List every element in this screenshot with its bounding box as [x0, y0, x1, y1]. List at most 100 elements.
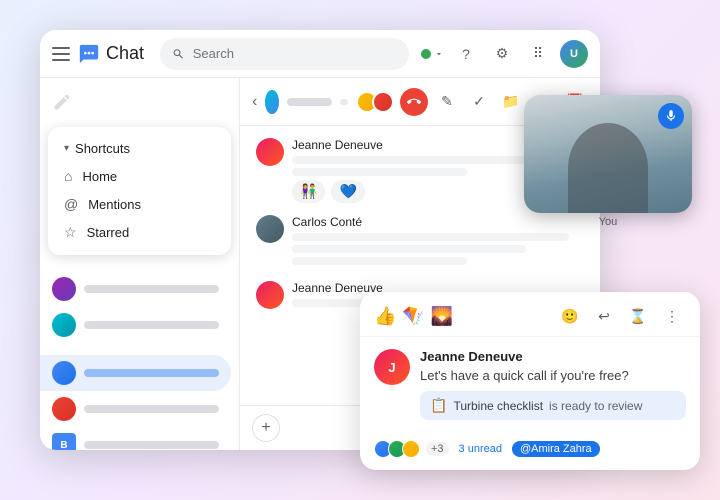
chat-logo: Chat [78, 43, 144, 65]
person-silhouette [568, 123, 648, 213]
mentions-label: Mentions [88, 197, 141, 212]
sidebar-avatar-3 [52, 397, 76, 421]
chat-logo-svg [78, 43, 100, 65]
home-label: Home [82, 169, 117, 184]
at-icon: @ [64, 196, 78, 212]
video-overlay [524, 95, 692, 213]
msg-bubble-2b [292, 245, 526, 253]
sidebar-avatar-active [52, 361, 76, 385]
msg-bubble-2a [292, 233, 569, 241]
header-avatars [356, 91, 394, 113]
participant-avatar-2 [372, 91, 394, 113]
reaction-heart[interactable]: 💙 [331, 180, 364, 203]
notif-more-btn[interactable]: ⋮ [658, 302, 686, 330]
notif-footer: +3 3 unread @Amira Zahra [360, 440, 700, 470]
shortcuts-label: Shortcuts [75, 141, 130, 156]
video-overlay-container: You [524, 95, 692, 228]
footer-count: +3 [426, 442, 449, 456]
content-name-bar [287, 98, 332, 106]
content-contact-avatar [265, 90, 279, 114]
msg-bubble-1b [292, 168, 467, 176]
notif-emoji-bar: 👍 🪁 🌄 [374, 306, 453, 327]
sidebar-text-3 [84, 405, 219, 413]
notif-toolbar: 👍 🪁 🌄 🙂 ↩ ⌛ ⋮ [360, 292, 700, 337]
search-bar[interactable] [160, 38, 409, 70]
folder-icon[interactable]: 📁 [498, 89, 524, 115]
search-icon [172, 47, 185, 61]
mention-badge[interactable]: @Amira Zahra [512, 441, 600, 457]
app-title: Chat [106, 43, 144, 64]
sidebar-text-1 [84, 285, 219, 293]
msg-bubble-2c [292, 257, 467, 265]
status-indicator[interactable] [421, 49, 444, 59]
status-dot [421, 49, 431, 59]
footer-avatar-3 [402, 440, 420, 458]
search-input[interactable] [193, 46, 397, 61]
notif-sender-name: Jeanne Deneuve [420, 349, 686, 364]
shortcuts-dropdown: ▾ Shortcuts ⌂ Home @ Mentions ☆ Starred [48, 127, 231, 255]
shortcuts-home[interactable]: ⌂ Home [48, 162, 231, 190]
notif-emoji-btn[interactable]: 🙂 [556, 302, 584, 330]
pencil-icon[interactable]: ✎ [434, 89, 460, 115]
shortcuts-header[interactable]: ▾ Shortcuts [48, 135, 231, 162]
checkmark-icon[interactable]: ✓ [466, 89, 492, 115]
reaction-people[interactable]: 👫 [292, 180, 325, 203]
shortcuts-mentions[interactable]: @ Mentions [48, 190, 231, 218]
notif-actions: 🙂 ↩ ⌛ ⋮ [556, 302, 686, 330]
end-call-button[interactable] [400, 88, 428, 116]
compose-icon [52, 92, 72, 112]
video-mic-button[interactable] [658, 103, 684, 129]
help-icon[interactable]: ? [452, 40, 480, 68]
emoji-landscape[interactable]: 🌄 [431, 306, 453, 327]
notif-message-text: Let's have a quick call if you're free? [420, 368, 686, 383]
top-bar: Chat ? ⚙ ⠿ U [40, 30, 600, 78]
sidebar-item-1[interactable] [40, 271, 231, 307]
msg-avatar-1 [256, 138, 284, 166]
notification-panel: 👍 🪁 🌄 🙂 ↩ ⌛ ⋮ J Jeanne Deneuve Let's hav… [360, 292, 700, 470]
mic-icon [664, 109, 678, 123]
shortcuts-chevron: ▾ [64, 143, 69, 154]
msg-avatar-3 [256, 281, 284, 309]
chevron-bar [340, 99, 348, 105]
sidebar-text-active [84, 369, 219, 377]
back-button[interactable]: ‹ [252, 93, 257, 111]
notif-attach-name: Turbine checklist [453, 399, 543, 413]
video-background [524, 95, 692, 213]
unread-badge: 3 unread [459, 443, 502, 455]
doc-icon: 📋 [430, 397, 447, 414]
sidebar-item-2[interactable] [40, 307, 231, 343]
phone-icon [407, 95, 421, 109]
sidebar-group-icon: B [52, 433, 76, 450]
notif-footer-avatars [374, 440, 420, 458]
settings-icon[interactable]: ⚙ [488, 40, 516, 68]
sidebar: ▾ Shortcuts ⌂ Home @ Mentions ☆ Starred [40, 78, 240, 450]
top-bar-actions: ? ⚙ ⠿ U [421, 40, 588, 68]
notif-reply-btn[interactable]: ↩ [590, 302, 618, 330]
notif-content: Jeanne Deneuve Let's have a quick call i… [420, 349, 686, 428]
notif-attachment[interactable]: 📋 Turbine checklist is ready to review [420, 391, 686, 420]
user-avatar[interactable]: U [560, 40, 588, 68]
new-message-btn[interactable] [40, 86, 239, 123]
starred-label: Starred [87, 225, 130, 240]
sidebar-item-active[interactable] [40, 355, 231, 391]
sidebar-text-4 [84, 441, 219, 449]
sidebar-avatar-1 [52, 277, 76, 301]
sidebar-item-3[interactable] [40, 391, 231, 427]
msg-bubble-1a [292, 156, 526, 164]
home-icon: ⌂ [64, 168, 72, 184]
msg-avatar-2 [256, 215, 284, 243]
emoji-thumbsup[interactable]: 👍 [374, 306, 396, 327]
apps-icon[interactable]: ⠿ [524, 40, 552, 68]
video-you-label: You [524, 216, 692, 228]
add-button[interactable]: + [252, 414, 280, 442]
shortcuts-starred[interactable]: ☆ Starred [48, 218, 231, 247]
notif-snooze-btn[interactable]: ⌛ [624, 302, 652, 330]
hamburger-icon[interactable] [52, 47, 70, 61]
notif-body: J Jeanne Deneuve Let's have a quick call… [360, 337, 700, 440]
sidebar-text-2 [84, 321, 219, 329]
emoji-kite[interactable]: 🪁 [402, 306, 424, 327]
notif-attach-status: is ready to review [549, 399, 642, 413]
star-icon: ☆ [64, 224, 77, 241]
sidebar-avatar-2 [52, 313, 76, 337]
sidebar-item-4[interactable]: B [40, 427, 231, 450]
